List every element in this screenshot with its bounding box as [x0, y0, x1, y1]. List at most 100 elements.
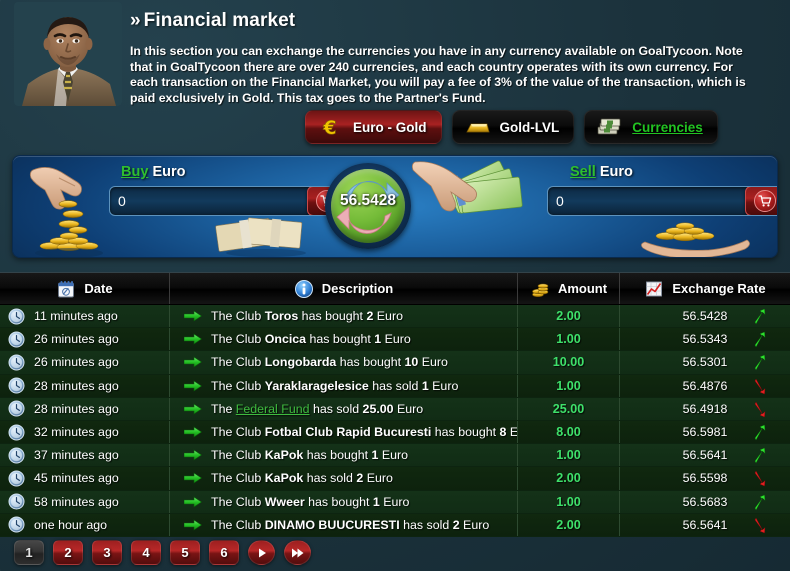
cell-date: 45 minutes ago: [0, 467, 170, 490]
chart-icon: [644, 279, 664, 299]
entity-link[interactable]: Federal Fund: [236, 402, 310, 416]
cell-amount: 25.00: [518, 397, 620, 420]
clock-icon: [8, 470, 25, 487]
cell-exchange-rate: 56.5428: [620, 305, 790, 327]
page-button-1[interactable]: 1: [14, 540, 44, 565]
page-button-3[interactable]: 3: [92, 540, 122, 565]
cell-exchange-rate: 56.4876: [620, 375, 790, 397]
sell-euro-currency: Euro: [599, 164, 633, 180]
cell-date: 32 minutes ago: [0, 420, 170, 444]
arrow-right-icon: [184, 426, 202, 438]
buy-euro-currency: Euro: [152, 164, 186, 180]
cell-date: 37 minutes ago: [0, 444, 170, 467]
cell-exchange-rate: 56.4918: [620, 398, 790, 420]
clock-icon: [8, 447, 25, 464]
tab-currencies[interactable]: Currencies: [584, 110, 718, 144]
table-row[interactable]: 26 minutes ago The Club Oncica has bought…: [0, 328, 790, 352]
clock-icon: [8, 331, 25, 348]
tab-currencies-label: Currencies: [632, 119, 703, 135]
sell-euro-link[interactable]: Sell: [570, 164, 596, 180]
buy-euro-link[interactable]: Buy: [121, 164, 148, 180]
last-page-button[interactable]: [284, 540, 311, 565]
cell-amount: 10.00: [518, 351, 620, 374]
title-prefix: »: [130, 10, 141, 31]
rate-value: 56.5343: [682, 332, 728, 347]
trend-up-icon: [754, 308, 768, 325]
arrow-right-icon: [184, 380, 202, 392]
next-page-button[interactable]: [248, 540, 275, 565]
entity-name: Wweer: [264, 494, 305, 509]
table-row[interactable]: 26 minutes ago The Club Longobarda has bo…: [0, 351, 790, 375]
trend-up-icon: [754, 354, 768, 371]
cell-exchange-rate: 56.5301: [620, 351, 790, 373]
cell-amount: 2.00: [518, 467, 620, 490]
tab-euro-gold[interactable]: € Euro - Gold: [305, 110, 442, 144]
cell-exchange-rate: 56.5981: [620, 421, 790, 443]
table-row[interactable]: 11 minutes ago The Club Toros has bought …: [0, 305, 790, 329]
cell-exchange-rate: 56.5641: [620, 444, 790, 466]
cell-description: The Federal Fund has sold 25.00 Euro: [170, 397, 518, 420]
buy-amount-input[interactable]: [110, 187, 307, 215]
buy-euro-label[interactable]: Buy Euro: [121, 164, 185, 180]
page-button-2[interactable]: 2: [53, 540, 83, 565]
entity-name: DINAMO BUUCURESTI: [264, 517, 400, 532]
page-button-4[interactable]: 4: [131, 540, 161, 565]
table-row[interactable]: 28 minutes ago The Federal Fund has sold …: [0, 397, 790, 421]
arrow-right-icon: [184, 449, 202, 461]
sell-amount-input[interactable]: [548, 187, 745, 215]
date-text: 45 minutes ago: [34, 471, 119, 486]
rate-value: 56.5641: [682, 517, 728, 532]
tab-gold-lvl[interactable]: Gold-LVL: [451, 110, 575, 144]
table-row[interactable]: 45 minutes ago The Club KaPok has sold 2 …: [0, 467, 790, 491]
page-button-5[interactable]: 5: [170, 540, 200, 565]
clock-icon: [8, 493, 25, 510]
description-text: The Club KaPok has bought 1 Euro: [211, 448, 409, 463]
cell-date: 58 minutes ago: [0, 490, 170, 513]
page-button-6[interactable]: 6: [209, 540, 239, 565]
date-text: 58 minutes ago: [34, 494, 119, 509]
description-text: The Club Fotbal Club Rapid Bucuresti has…: [211, 425, 518, 440]
cell-amount: 1.00: [518, 328, 620, 351]
rate-value: 56.5641: [682, 448, 728, 463]
date-text: 26 minutes ago: [34, 355, 119, 370]
table-row[interactable]: 28 minutes ago The Club Yaraklaragelesice…: [0, 374, 790, 398]
date-text: 32 minutes ago: [34, 425, 119, 440]
rate-value: 56.5981: [682, 425, 728, 440]
tab-euro-gold-label: Euro - Gold: [353, 119, 427, 135]
entity-name: Longobarda: [264, 355, 337, 370]
exchange-rate-value: 56.5428: [339, 192, 397, 209]
cell-date: 28 minutes ago: [0, 374, 170, 397]
sell-button[interactable]: Sell: [745, 187, 777, 215]
cell-date: 26 minutes ago: [0, 328, 170, 351]
entity-name: KaPok: [264, 471, 304, 486]
cart-icon: [754, 190, 776, 212]
date-text: 26 minutes ago: [34, 332, 119, 347]
trend-up-icon: [754, 331, 768, 348]
rate-value: 56.5683: [682, 494, 728, 509]
clock-icon: [8, 377, 25, 394]
table-row[interactable]: one hour ago The Club DINAMO BUUCURESTI h…: [0, 513, 790, 537]
entity-name: KaPok: [264, 448, 304, 463]
trend-down-icon: [754, 401, 768, 418]
description-text: The Club Wweer has bought 1 Euro: [211, 494, 410, 509]
cell-amount: 1.00: [518, 490, 620, 513]
table-row[interactable]: 32 minutes ago The Club Fotbal Club Rapid…: [0, 420, 790, 445]
arrow-right-icon: [184, 310, 202, 322]
arrow-right-icon: [184, 333, 202, 345]
sell-euro-label[interactable]: Sell Euro: [570, 164, 633, 180]
description-text: The Club Toros has bought 2 Euro: [211, 309, 403, 324]
table-row[interactable]: 58 minutes ago The Club Wweer has bought …: [0, 490, 790, 514]
cell-date: 28 minutes ago: [0, 397, 170, 420]
trend-up-icon: [754, 424, 768, 441]
description-text: The Club Yaraklaragelesice has sold 1 Eu…: [211, 378, 459, 393]
clock-icon: [8, 308, 25, 325]
cell-date: 26 minutes ago: [0, 351, 170, 374]
description-text: The Club DINAMO BUUCURESTI has sold 2 Eu…: [211, 517, 490, 532]
arrow-right-icon: [184, 403, 202, 415]
calendar-icon: [56, 279, 76, 299]
cell-exchange-rate: 56.5343: [620, 328, 790, 350]
table-row[interactable]: 37 minutes ago The Club KaPok has bought …: [0, 444, 790, 468]
cell-amount: 1.00: [518, 444, 620, 467]
cell-amount: 2.00: [518, 305, 620, 328]
gold-bar-icon: [463, 116, 491, 138]
